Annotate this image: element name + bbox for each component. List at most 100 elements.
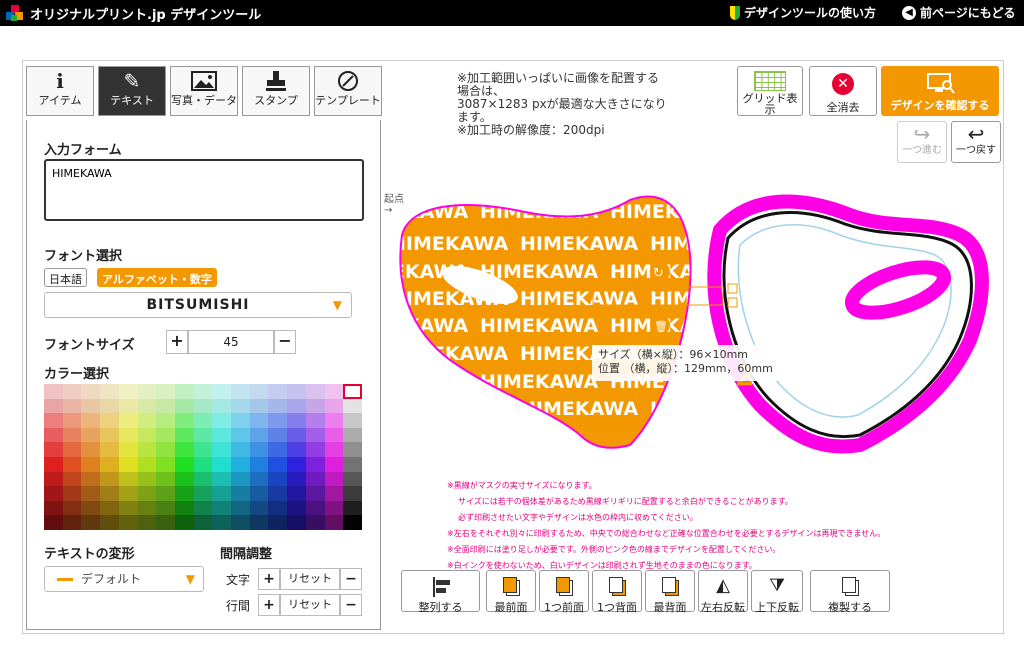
color-swatch[interactable]	[193, 427, 213, 443]
color-swatch[interactable]	[212, 471, 232, 487]
bring-to-front-button[interactable]: 最前面	[486, 570, 536, 614]
tab-item[interactable]: i アイテム	[26, 66, 94, 116]
color-swatch[interactable]	[156, 384, 176, 400]
color-swatch[interactable]	[324, 442, 344, 458]
color-swatch[interactable]	[156, 442, 176, 458]
color-swatch[interactable]	[305, 500, 326, 516]
text-input[interactable]	[44, 159, 364, 221]
color-swatch[interactable]	[81, 471, 101, 487]
color-swatch[interactable]	[305, 427, 326, 443]
color-swatch[interactable]	[174, 384, 195, 400]
color-swatch[interactable]	[62, 515, 82, 531]
color-swatch[interactable]	[81, 500, 101, 516]
color-swatch[interactable]	[212, 398, 232, 414]
undo-button[interactable]: ↩ 一つ戻す	[951, 121, 1001, 163]
color-swatch[interactable]	[268, 457, 288, 473]
color-swatch[interactable]	[268, 515, 288, 531]
char-spacing-reset-button[interactable]: リセット	[280, 568, 340, 590]
color-swatch[interactable]	[118, 398, 139, 414]
color-swatch[interactable]	[268, 500, 288, 516]
color-swatch[interactable]	[44, 413, 64, 429]
color-swatch[interactable]	[100, 500, 120, 516]
color-swatch[interactable]	[324, 515, 344, 531]
color-swatch[interactable]	[324, 413, 344, 429]
color-swatch[interactable]	[81, 486, 101, 502]
color-swatch[interactable]	[287, 471, 307, 487]
char-spacing-minus-button[interactable]: −	[340, 568, 362, 590]
color-swatch[interactable]	[44, 471, 64, 487]
color-swatch[interactable]	[324, 427, 344, 443]
color-palette[interactable]	[44, 384, 363, 531]
color-swatch[interactable]	[44, 486, 64, 502]
color-swatch[interactable]	[193, 500, 213, 516]
color-swatch[interactable]	[62, 384, 82, 400]
send-to-back-button[interactable]: 最背面	[645, 570, 695, 614]
color-swatch[interactable]	[137, 515, 157, 531]
color-swatch[interactable]	[193, 486, 213, 502]
color-swatch[interactable]	[231, 457, 251, 473]
color-swatch[interactable]	[231, 442, 251, 458]
color-swatch[interactable]	[44, 398, 64, 414]
color-swatch[interactable]	[305, 384, 326, 400]
color-swatch[interactable]	[212, 500, 232, 516]
send-backward-button[interactable]: 1つ背面	[592, 570, 642, 614]
color-swatch[interactable]	[44, 515, 64, 531]
color-swatch[interactable]	[44, 457, 64, 473]
flip-vertical-button[interactable]: ⧩ 上下反転	[751, 570, 803, 614]
font-tab-japanese[interactable]: 日本語	[44, 268, 87, 287]
color-swatch[interactable]	[193, 471, 213, 487]
color-swatch[interactable]	[287, 500, 307, 516]
color-swatch[interactable]	[343, 442, 363, 458]
color-swatch[interactable]	[137, 427, 157, 443]
color-swatch[interactable]	[324, 457, 344, 473]
color-swatch[interactable]	[343, 500, 363, 516]
color-swatch[interactable]	[156, 515, 176, 531]
tab-text[interactable]: ✎ テキスト	[98, 66, 166, 116]
color-swatch[interactable]	[343, 427, 363, 443]
color-swatch[interactable]	[249, 442, 269, 458]
design-canvas[interactable]: HIMEKAWA HIMEKAWA HIMEKAWA HIMEKAWA HIMEKAWA…	[390, 190, 990, 455]
color-swatch[interactable]	[268, 398, 288, 414]
color-swatch[interactable]	[324, 500, 344, 516]
duplicate-button[interactable]: 複製する	[810, 570, 890, 614]
color-swatch[interactable]	[44, 442, 64, 458]
color-swatch[interactable]	[305, 442, 326, 458]
color-swatch[interactable]	[212, 457, 232, 473]
color-swatch[interactable]	[212, 427, 232, 443]
color-swatch[interactable]	[343, 486, 363, 502]
color-swatch[interactable]	[324, 486, 344, 502]
color-swatch[interactable]	[62, 486, 82, 502]
color-swatch[interactable]	[137, 457, 157, 473]
color-swatch[interactable]	[137, 486, 157, 502]
color-swatch[interactable]	[118, 413, 139, 429]
color-swatch[interactable]	[156, 457, 176, 473]
color-swatch[interactable]	[193, 384, 213, 400]
color-swatch[interactable]	[174, 442, 195, 458]
color-swatch[interactable]	[118, 442, 139, 458]
color-swatch[interactable]	[212, 413, 232, 429]
color-swatch[interactable]	[249, 398, 269, 414]
color-swatch[interactable]	[156, 486, 176, 502]
color-swatch[interactable]	[305, 486, 326, 502]
color-swatch[interactable]	[174, 500, 195, 516]
color-swatch[interactable]	[231, 515, 251, 531]
color-swatch[interactable]	[287, 515, 307, 531]
color-swatch[interactable]	[287, 413, 307, 429]
color-swatch[interactable]	[212, 442, 232, 458]
color-swatch[interactable]	[156, 427, 176, 443]
color-swatch[interactable]	[249, 500, 269, 516]
color-swatch[interactable]	[174, 471, 195, 487]
color-swatch[interactable]	[100, 471, 120, 487]
color-swatch[interactable]	[305, 413, 326, 429]
color-swatch[interactable]	[287, 427, 307, 443]
color-swatch[interactable]	[324, 384, 344, 400]
color-swatch[interactable]	[118, 457, 139, 473]
flip-horizontal-button[interactable]: ◭ 左右反転	[698, 570, 748, 614]
color-swatch[interactable]	[268, 427, 288, 443]
char-spacing-plus-button[interactable]: +	[258, 568, 280, 590]
color-swatch[interactable]	[44, 427, 64, 443]
color-swatch[interactable]	[268, 442, 288, 458]
color-swatch[interactable]	[174, 486, 195, 502]
back-link[interactable]: ◀ 前ページにもどる	[902, 4, 1016, 21]
color-swatch[interactable]	[62, 398, 82, 414]
